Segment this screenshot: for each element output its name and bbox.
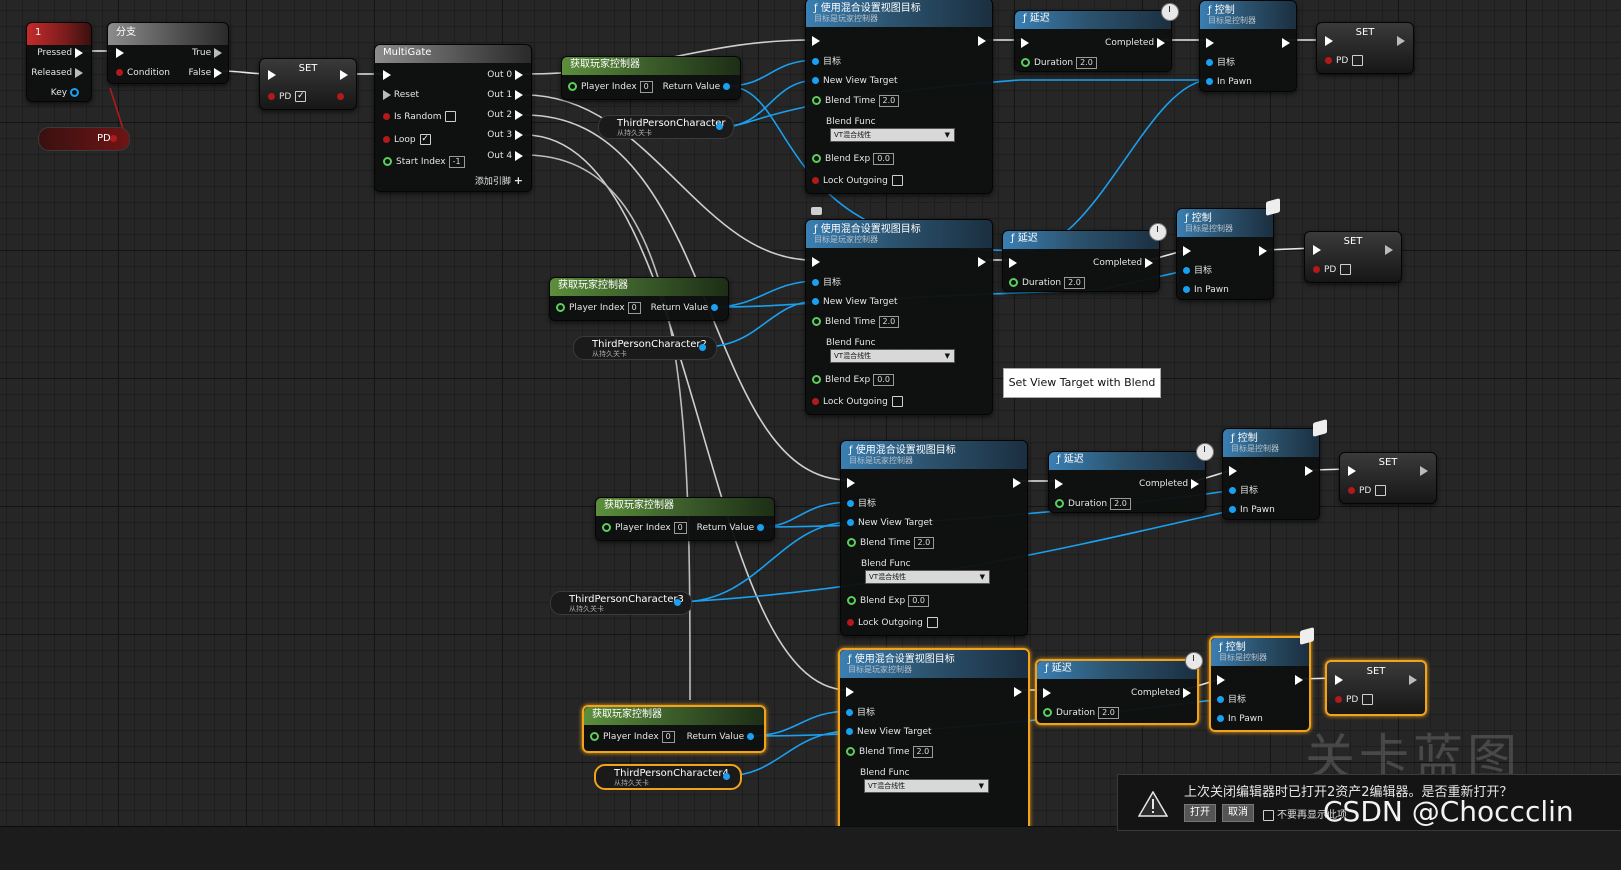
- branch-true-pin[interactable]: True: [192, 47, 222, 59]
- multigate-start-index-pin[interactable]: Start Index -1: [383, 156, 465, 168]
- blueprint-graph-canvas[interactable]: 1 Pressed Released Key PD 分支 Condition T…: [0, 0, 1621, 826]
- comment-bubble-icon[interactable]: [811, 207, 822, 215]
- branch-node[interactable]: 分支 Condition True False: [107, 22, 229, 84]
- get-player-controller-node-2[interactable]: 获取玩家控制器 Player Index 0 Return Value: [549, 277, 729, 321]
- multigate-out1[interactable]: Out 1: [487, 89, 523, 101]
- blend-func-dropdown[interactable]: VT混合线性 ▼: [865, 570, 990, 584]
- third-person-character-node-1[interactable]: ThirdPersonCharacter 从持久关卡: [598, 115, 734, 139]
- key-event-title: 1: [35, 27, 42, 38]
- multigate-out0[interactable]: Out 0: [487, 69, 523, 81]
- multigate-title: MultiGate: [383, 47, 432, 58]
- blend-func-dropdown[interactable]: VT混合线性 ▼: [864, 779, 989, 793]
- get-player-controller-node-4[interactable]: 获取玩家控制器 Player Index 0 Return Value: [582, 705, 766, 753]
- bottom-bar: [0, 826, 1621, 870]
- delay-node-4[interactable]: ƒ 延迟 Completed Duration 2.0: [1035, 659, 1199, 725]
- get-player-controller-node-1[interactable]: 获取玩家控制器 Player Index 0 Return Value: [561, 56, 741, 100]
- key-event-header: 1: [27, 23, 91, 45]
- branch-title: 分支: [116, 27, 136, 38]
- multigate-out3[interactable]: Out 3: [487, 129, 523, 141]
- tooltip: Set View Target with Blend: [1003, 368, 1161, 398]
- delay-node-3[interactable]: ƒ 延迟 Completed Duration 2.0: [1048, 451, 1206, 513]
- multigate-exec-in[interactable]: [383, 69, 391, 81]
- set-pd-node-4[interactable]: SET PD: [1325, 660, 1427, 716]
- set-pd-node-1[interactable]: SET PD: [1316, 22, 1414, 74]
- cancel-button[interactable]: 取消: [1222, 804, 1254, 822]
- branch-false-pin[interactable]: False: [189, 67, 222, 79]
- set-pd-checkbox[interactable]: ✓: [295, 91, 307, 102]
- warning-icon: [1138, 791, 1168, 817]
- blend-func-dropdown[interactable]: VT混合线性 ▼: [830, 128, 955, 142]
- third-person-character-node-2[interactable]: ThirdPersonCharacter2 从持久关卡: [573, 336, 717, 360]
- blend-func-dropdown[interactable]: VT混合线性 ▼: [830, 349, 955, 363]
- multigate-add-pin[interactable]: 添加引脚 +: [475, 175, 523, 188]
- clock-icon: [1161, 3, 1179, 21]
- pressed-pin[interactable]: Pressed: [37, 47, 83, 59]
- key-event-node[interactable]: 1 Pressed Released Key: [26, 22, 92, 102]
- possess-node-4[interactable]: ƒ 控制 目标是控制器 目标 In Pawn: [1209, 636, 1311, 732]
- key-pin[interactable]: Key: [51, 87, 83, 99]
- multigate-loop-pin[interactable]: Loop ✓: [383, 134, 431, 146]
- multigate-out4[interactable]: Out 4: [487, 150, 523, 162]
- branch-exec-in[interactable]: [116, 47, 124, 59]
- third-person-character-node-3[interactable]: ThirdPersonCharacter3 从持久关卡: [550, 591, 692, 615]
- possess-node-1[interactable]: ƒ 控制 目标是控制器 目标 In Pawn: [1199, 0, 1297, 92]
- branch-header: 分支: [108, 23, 228, 45]
- set-pd-node[interactable]: SET PD ✓: [259, 58, 357, 110]
- pd-getter-label: PD: [97, 133, 111, 144]
- set-exec-out[interactable]: [340, 69, 348, 81]
- set-view-target-blend-node-1[interactable]: ƒ 使用混合设置视图目标 目标是玩家控制器 目标 New View Target …: [805, 0, 993, 194]
- branch-condition-pin[interactable]: Condition: [116, 67, 170, 79]
- clock-icon: [1196, 443, 1214, 461]
- pd-getter-node[interactable]: PD: [38, 127, 130, 151]
- set-pd-pin[interactable]: PD ✓: [268, 91, 307, 103]
- credit-watermark: CSDN @Choccclin: [1323, 795, 1574, 828]
- set-pd-node-2[interactable]: SET PD: [1304, 231, 1402, 283]
- multigate-is-random-pin[interactable]: Is Random: [383, 111, 457, 123]
- possess-node-3[interactable]: ƒ 控制 目标是控制器 目标 In Pawn: [1222, 428, 1320, 520]
- delay-node-2[interactable]: ƒ 延迟 Completed Duration 2.0: [1002, 230, 1160, 292]
- released-pin[interactable]: Released: [31, 67, 83, 79]
- set-view-target-blend-node-2[interactable]: ƒ 使用混合设置视图目标 目标是玩家控制器 目标 New View Target …: [805, 219, 993, 415]
- third-person-character-node-4[interactable]: ThirdPersonCharacter4 从持久关卡: [594, 764, 742, 790]
- clock-icon: [1149, 223, 1167, 241]
- set-view-target-blend-node-3[interactable]: ƒ 使用混合设置视图目标 目标是玩家控制器 目标 New View Target …: [840, 440, 1028, 636]
- clock-icon: [1185, 652, 1203, 670]
- multigate-reset-pin[interactable]: Reset: [383, 89, 419, 101]
- open-button[interactable]: 打开: [1184, 804, 1216, 822]
- set-view-target-blend-node-4[interactable]: ƒ 使用混合设置视图目标 目标是玩家控制器 目标 New View Target …: [838, 648, 1030, 826]
- delay-node-1[interactable]: ƒ 延迟 Completed Duration 2.0: [1014, 10, 1172, 72]
- get-player-controller-node-3[interactable]: 获取玩家控制器 Player Index 0 Return Value: [595, 497, 775, 541]
- multigate-header: MultiGate: [375, 45, 531, 63]
- set-pd-node-3[interactable]: SET PD: [1339, 452, 1437, 504]
- set-exec-in[interactable]: [268, 69, 276, 81]
- multigate-node[interactable]: MultiGate Reset Is Random Loop ✓ Start In…: [374, 44, 532, 192]
- multigate-out2[interactable]: Out 2: [487, 109, 523, 121]
- possess-node-2[interactable]: ƒ 控制 目标是控制器 目标 In Pawn: [1176, 208, 1274, 300]
